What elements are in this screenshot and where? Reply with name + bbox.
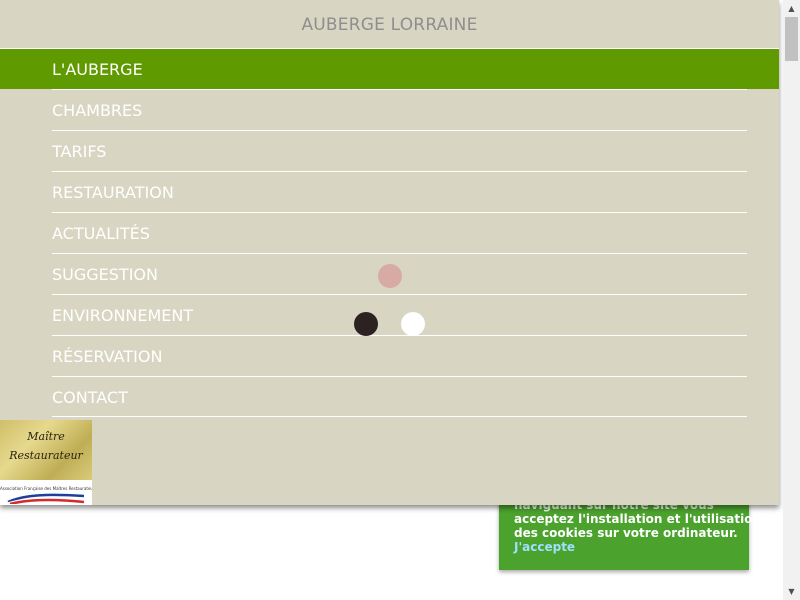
- scroll-down-arrow-icon[interactable]: ▼: [783, 583, 800, 600]
- nav-item-restauration[interactable]: RESTAURATION: [52, 171, 747, 212]
- loader-dot-icon: [354, 312, 378, 336]
- badge-title-line: Restaurateur: [9, 449, 83, 462]
- nav-item-label: RÉSERVATION: [52, 347, 163, 366]
- navigation-menu: AUBERGE LORRAINE L'AUBERGE CHAMBRES TARI…: [0, 0, 779, 505]
- site-title[interactable]: AUBERGE LORRAINE: [0, 0, 779, 48]
- nav-item-environnement[interactable]: ENVIRONNEMENT: [52, 294, 747, 335]
- loader-dot-icon: [378, 264, 402, 288]
- cookie-text-line: acceptez l'installation et l'utilisation: [514, 512, 761, 526]
- nav-item-tarifs[interactable]: TARIFS: [52, 130, 747, 171]
- cookie-accept-link[interactable]: J'accepte: [514, 540, 739, 554]
- nav-item-label: TARIFS: [52, 142, 107, 161]
- cookie-text-line: des cookies sur votre ordinateur.: [514, 526, 738, 540]
- loader-dot-icon: [401, 312, 425, 336]
- nav-item-label: ENVIRONNEMENT: [52, 306, 194, 325]
- vertical-scrollbar[interactable]: ▲ ▼: [783, 0, 800, 600]
- nav-item-chambres[interactable]: CHAMBRES: [52, 89, 747, 130]
- nav-item-label: CHAMBRES: [52, 101, 143, 120]
- nav-item-contact[interactable]: CONTACT: [52, 376, 747, 417]
- nav-item-label: SUGGESTION: [52, 265, 158, 284]
- nav-item-label: CONTACT: [52, 388, 128, 407]
- nav-list: L'AUBERGE CHAMBRES TARIFS RESTAURATION A…: [0, 48, 779, 417]
- scroll-up-arrow-icon[interactable]: ▲: [783, 0, 800, 17]
- nav-item-reservation[interactable]: RÉSERVATION: [52, 335, 747, 376]
- nav-item-label: L'AUBERGE: [52, 60, 143, 79]
- badge-association-text: Association Française des Maîtres Restau…: [0, 486, 92, 491]
- nav-item-auberge[interactable]: L'AUBERGE: [0, 48, 779, 89]
- page-viewport: naviguant sur notre site vous acceptez l…: [0, 0, 800, 600]
- nav-item-actualites[interactable]: ACTUALITÉS: [52, 212, 747, 253]
- nav-item-label: RESTAURATION: [52, 183, 174, 202]
- maitre-restaurateur-badge[interactable]: Maître Restaurateur Association Français…: [0, 420, 92, 505]
- badge-title-line: Maître: [27, 430, 65, 443]
- scrollbar-thumb[interactable]: [785, 17, 798, 61]
- nav-item-label: ACTUALITÉS: [52, 224, 150, 243]
- tricolor-ribbon-icon: [7, 493, 85, 504]
